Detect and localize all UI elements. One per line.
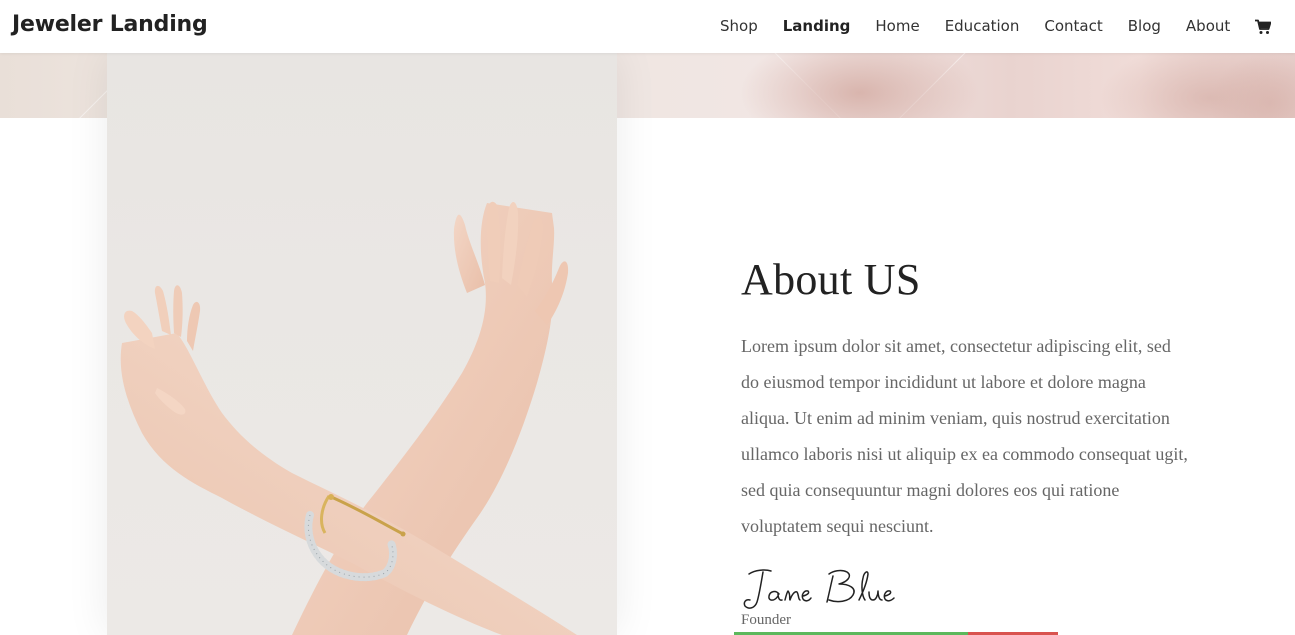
about-photo — [107, 53, 617, 635]
nav-item-contact[interactable]: Contact — [1044, 17, 1102, 35]
arms-bracelet-illustration — [120, 201, 578, 635]
nav-item-landing[interactable]: Landing — [783, 17, 851, 35]
signature-role: Founder — [741, 612, 791, 628]
nav-item-education[interactable]: Education — [945, 17, 1020, 35]
site-title[interactable]: Jeweler Landing — [12, 12, 208, 37]
about-heading: About US — [741, 255, 921, 304]
cart-icon[interactable] — [1255, 19, 1272, 35]
main-nav: Shop Landing Home Education Contact Blog… — [720, 17, 1272, 35]
nav-item-about[interactable]: About — [1186, 17, 1230, 35]
signature-image — [743, 569, 895, 609]
nav-item-home[interactable]: Home — [875, 17, 919, 35]
nav-item-shop[interactable]: Shop — [720, 17, 758, 35]
signature — [741, 562, 1191, 614]
about-body: Lorem ipsum dolor sit amet, consectetur … — [741, 336, 1188, 536]
about-section: About US Lorem ipsum dolor sit amet, con… — [741, 252, 1191, 629]
nav-item-blog[interactable]: Blog — [1128, 17, 1161, 35]
site-header: Jeweler Landing Shop Landing Home Educat… — [0, 0, 1295, 53]
